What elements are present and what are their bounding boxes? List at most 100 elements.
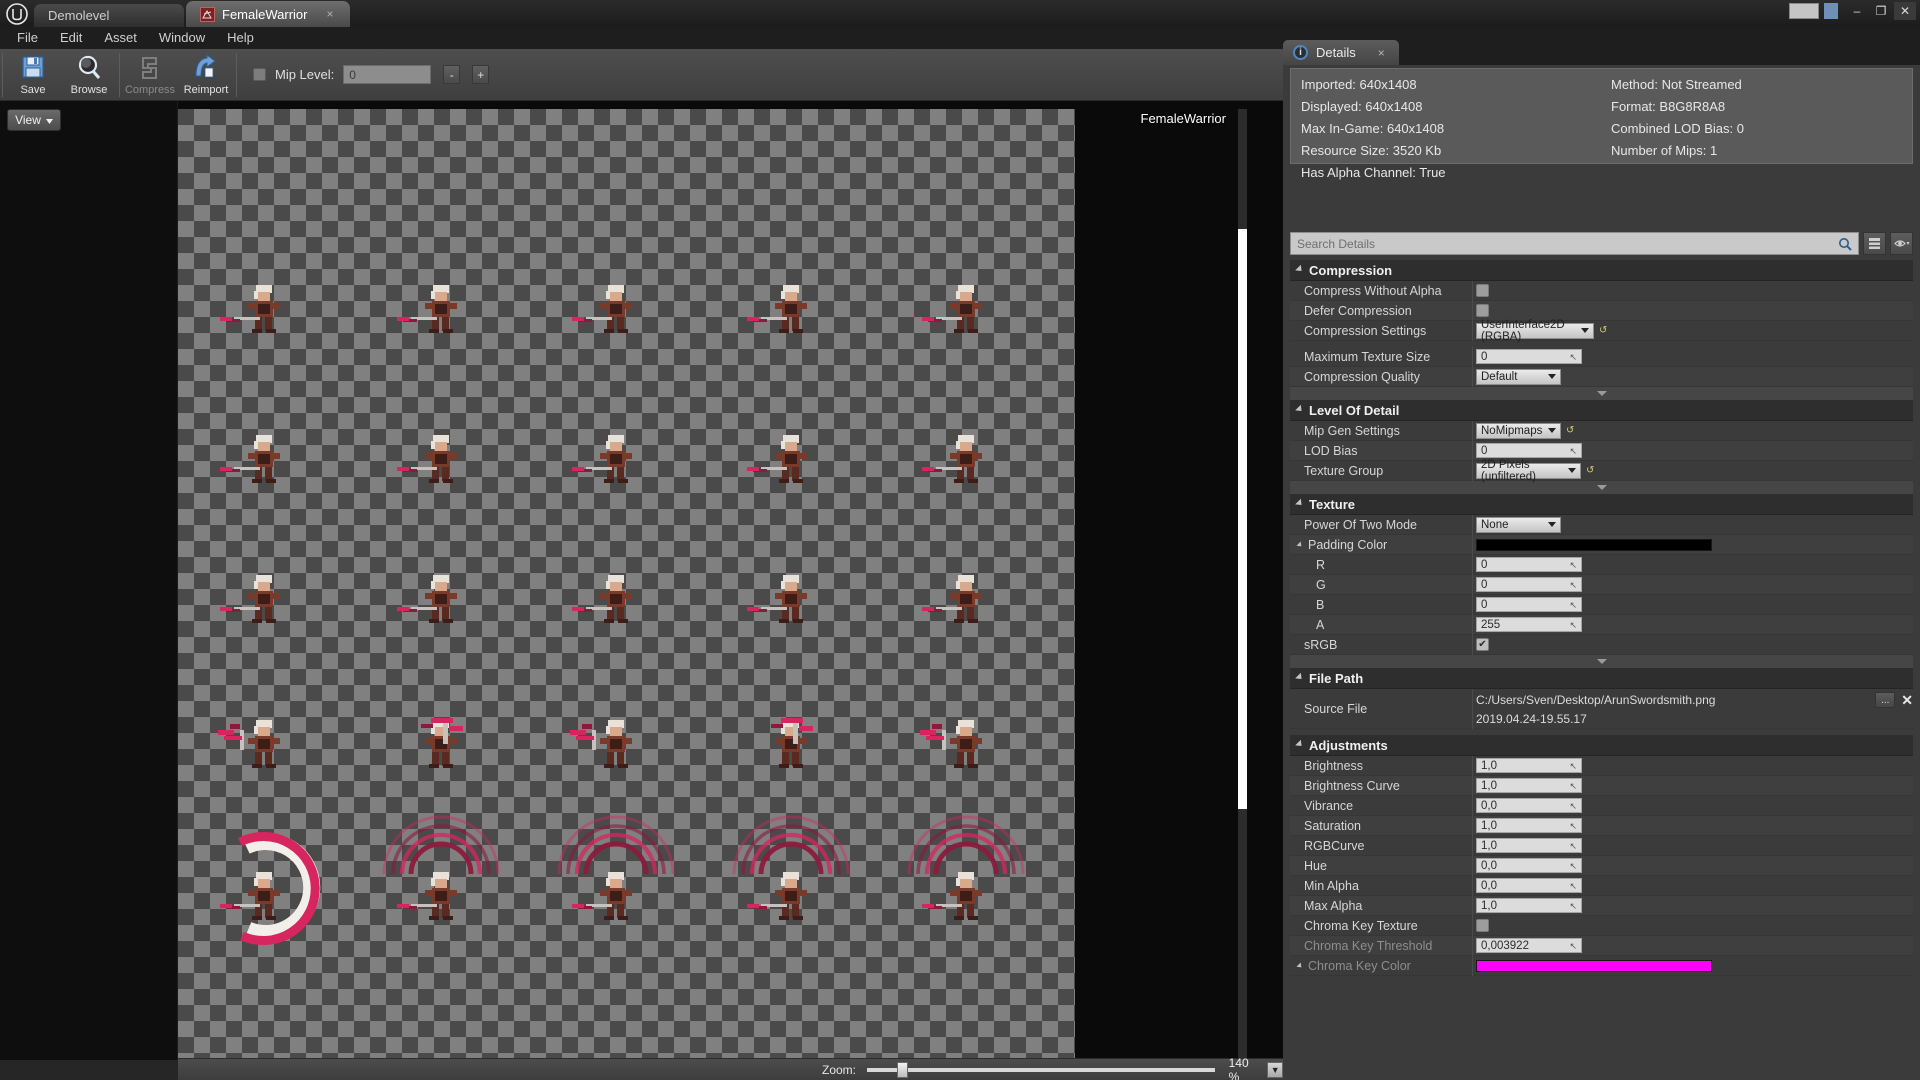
property-label: Max Alpha — [1304, 898, 1363, 913]
revert-icon[interactable]: ↖ — [1569, 839, 1577, 853]
menu-asset[interactable]: Asset — [93, 27, 148, 49]
menu-window[interactable]: Window — [148, 27, 216, 49]
viewport-scrollbar-thumb[interactable] — [1238, 229, 1247, 809]
category-header-adjustments[interactable]: Adjustments — [1290, 735, 1913, 756]
reset-to-default-icon[interactable]: ↺ — [1586, 465, 1597, 476]
browse-file-button[interactable]: ... — [1875, 692, 1896, 708]
tab-demolevel[interactable]: Demolevel — [34, 4, 184, 27]
disclosure-triangle-icon[interactable] — [1296, 541, 1304, 549]
input-min-alpha[interactable]: 0,0 ↖ — [1476, 878, 1582, 893]
mip-level-decrement[interactable]: - — [443, 65, 461, 84]
input-g[interactable]: 0 ↖ — [1476, 577, 1582, 592]
checkbox-srgb[interactable]: ✔ — [1476, 638, 1489, 651]
mip-level-input[interactable]: 0 — [343, 65, 432, 84]
category-header-texture[interactable]: Texture — [1290, 494, 1913, 515]
input-r[interactable]: 0 ↖ — [1476, 557, 1582, 572]
menu-help[interactable]: Help — [216, 27, 265, 49]
viewport-vertical-scrollbar[interactable] — [1238, 109, 1247, 1060]
tab-details[interactable]: i Details × — [1283, 40, 1399, 65]
revert-icon[interactable]: ↖ — [1569, 350, 1577, 364]
category-header-compression[interactable]: Compression — [1290, 260, 1913, 281]
section-expand-handle[interactable] — [1290, 387, 1913, 400]
mip-level-increment[interactable]: + — [472, 65, 490, 84]
tab-femalewarrior[interactable]: FemaleWarrior × — [186, 1, 350, 27]
disclosure-triangle-icon[interactable] — [1296, 962, 1304, 970]
input-brightness-curve[interactable]: 1,0 ↖ — [1476, 778, 1582, 793]
reimport-button[interactable]: Reimport — [178, 50, 234, 100]
dropdown-compression-quality[interactable]: Default — [1476, 368, 1561, 385]
category-header-file-path[interactable]: File Path — [1290, 668, 1913, 689]
clear-path-button[interactable]: ✕ — [1901, 692, 1913, 709]
revert-icon[interactable]: ↖ — [1569, 444, 1577, 458]
reset-to-default-icon[interactable]: ↺ — [1566, 425, 1577, 436]
zoom-dropdown-button[interactable]: ▼ — [1267, 1061, 1283, 1078]
input-saturation[interactable]: 1,0 ↖ — [1476, 818, 1582, 833]
revert-icon[interactable]: ↖ — [1569, 879, 1577, 893]
dropdown-power-of-two-mode[interactable]: None — [1476, 516, 1561, 533]
revert-icon[interactable]: ↖ — [1569, 819, 1577, 833]
disclosure-triangle-icon — [1295, 404, 1305, 414]
menu-edit[interactable]: Edit — [49, 27, 93, 49]
chevron-down-icon — [1548, 522, 1556, 527]
revert-icon[interactable]: ↖ — [1569, 939, 1577, 953]
view-menu-button[interactable]: View — [7, 109, 61, 131]
revert-icon[interactable]: ↖ — [1569, 899, 1577, 913]
property-list[interactable]: Compression Compress Without Alpha Defer C… — [1290, 260, 1913, 1074]
input-max-alpha[interactable]: 1,0 ↖ — [1476, 898, 1582, 913]
zoom-slider-handle[interactable] — [897, 1061, 909, 1078]
search-input[interactable]: Search Details — [1290, 232, 1859, 255]
revert-icon[interactable]: ↖ — [1569, 799, 1577, 813]
revert-icon[interactable]: ↖ — [1569, 558, 1577, 572]
checkbox-chroma-key-texture[interactable] — [1476, 919, 1489, 932]
dropdown-compression-settings[interactable]: UserInterface2D (RGBA) — [1476, 319, 1594, 343]
color-swatch-padding-color[interactable] — [1476, 538, 1712, 551]
revert-icon[interactable]: ↖ — [1569, 578, 1577, 592]
input-vibrance[interactable]: 0,0 ↖ — [1476, 798, 1582, 813]
save-button[interactable]: Save — [5, 50, 61, 100]
maximize-button[interactable]: ❐ — [1870, 2, 1892, 20]
section-expand-handle[interactable] — [1290, 481, 1913, 494]
reimport-arrow-icon — [191, 53, 221, 82]
menu-file[interactable]: File — [6, 27, 49, 49]
eye-icon[interactable] — [1890, 232, 1913, 255]
close-button[interactable]: ✕ — [1894, 2, 1916, 20]
revert-icon[interactable]: ↖ — [1569, 759, 1577, 773]
input-lod-bias[interactable]: 0 ↖ — [1476, 443, 1582, 458]
window-controls: – ❐ ✕ — [1789, 2, 1916, 20]
secondary-chip-icon[interactable] — [1824, 3, 1838, 19]
chevron-down-icon — [1548, 374, 1556, 379]
mip-level-checkbox[interactable] — [253, 68, 266, 81]
category-title: Compression — [1309, 262, 1393, 278]
browse-button[interactable]: Browse — [61, 50, 117, 100]
input-maximum-texture-size[interactable]: 0 ↖ — [1476, 349, 1582, 364]
property-row-saturation: Saturation 1,0 ↖ — [1290, 815, 1913, 836]
minimize-button[interactable]: – — [1846, 2, 1868, 20]
revert-icon[interactable]: ↖ — [1569, 618, 1577, 632]
checkbox-defer-compression[interactable] — [1476, 304, 1489, 317]
category-header-level-of-detail[interactable]: Level Of Detail — [1290, 400, 1913, 421]
revert-icon[interactable]: ↖ — [1569, 779, 1577, 793]
dropdown-texture-group[interactable]: 2D Pixels (unfiltered) — [1476, 459, 1581, 483]
layout-chip-icon[interactable] — [1789, 3, 1819, 19]
revert-icon[interactable]: ↖ — [1569, 859, 1577, 873]
details-tab-close-icon[interactable]: × — [1378, 46, 1385, 60]
dropdown-mip-gen-settings[interactable]: NoMipmaps — [1476, 422, 1561, 439]
input-hue[interactable]: 0,0 ↖ — [1476, 858, 1582, 873]
property-label: Compress Without Alpha — [1304, 283, 1442, 298]
revert-icon[interactable]: ↖ — [1569, 598, 1577, 612]
list-view-icon[interactable] — [1863, 232, 1886, 255]
reset-to-default-icon[interactable]: ↺ — [1599, 325, 1610, 336]
input-brightness[interactable]: 1,0 ↖ — [1476, 758, 1582, 773]
checkbox-compress-without-alpha[interactable] — [1476, 284, 1489, 297]
input-a[interactable]: 255 ↖ — [1476, 617, 1582, 632]
input-chroma-key-threshold[interactable]: 0,003922 ↖ — [1476, 938, 1582, 953]
zoom-slider[interactable] — [867, 1061, 1215, 1078]
tab-close-icon[interactable]: × — [326, 7, 333, 21]
input-rgbcurve[interactable]: 1,0 ↖ — [1476, 838, 1582, 853]
input-value: 1,0 — [1481, 779, 1497, 792]
compress-button[interactable]: Compress — [122, 50, 178, 100]
section-expand-handle[interactable] — [1290, 655, 1913, 668]
color-swatch-chroma-key-color[interactable] — [1476, 959, 1712, 972]
input-b[interactable]: 0 ↖ — [1476, 597, 1582, 612]
texture-viewport[interactable]: FemaleWarrior — [178, 101, 1283, 1060]
